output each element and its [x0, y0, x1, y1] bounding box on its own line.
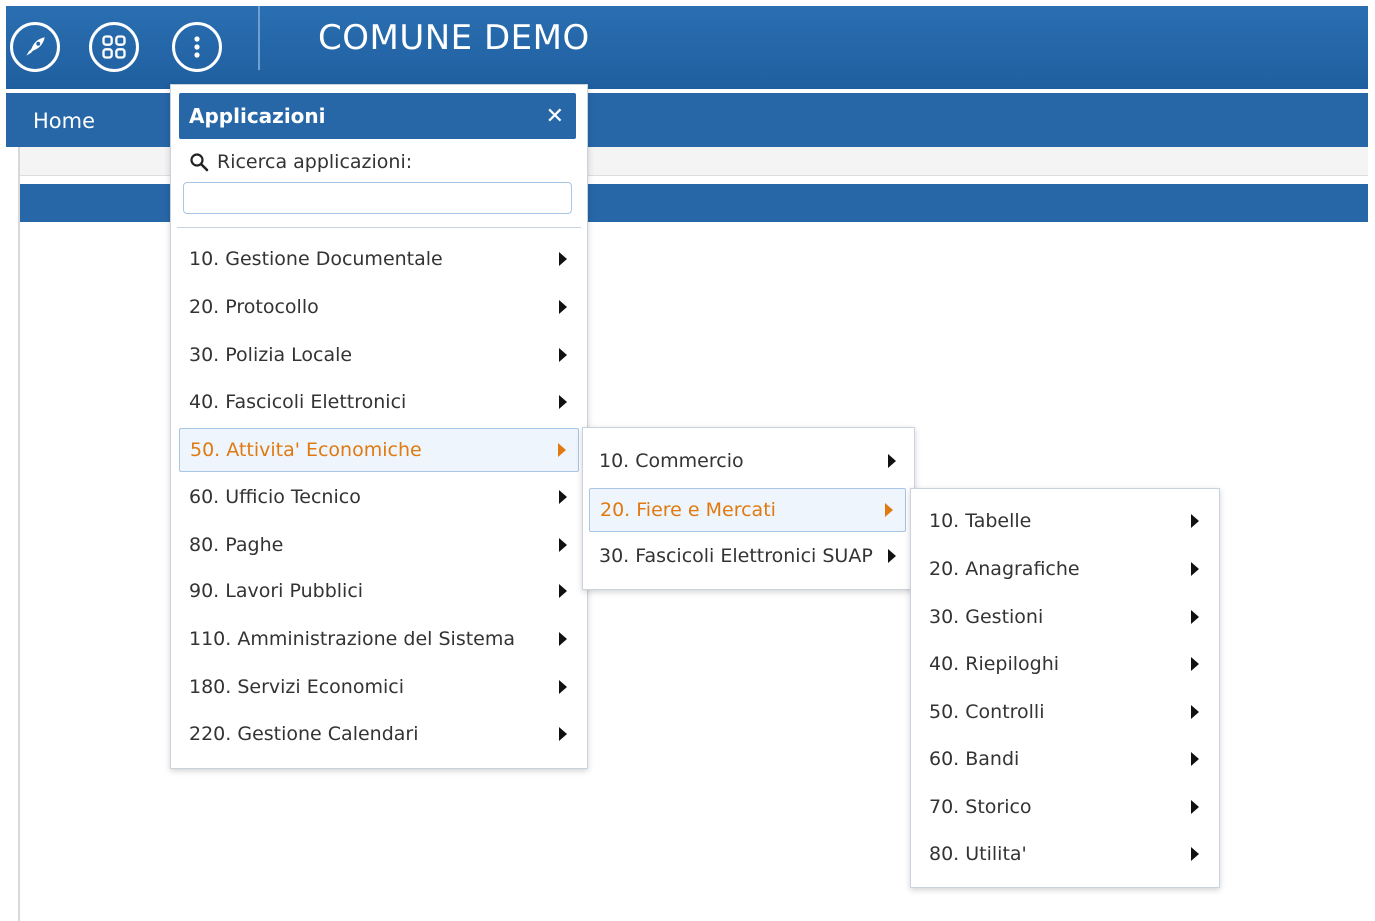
app-title: COMUNE DEMO	[318, 18, 590, 58]
close-icon[interactable]: ✕	[546, 104, 564, 129]
submenu2-item-controlli[interactable]: 50. Controlli	[919, 690, 1211, 734]
submenu2-item-bandi[interactable]: 60. Bandi	[919, 737, 1211, 781]
submenu-attivita-economiche: 10. Commercio 20. Fiere e Mercati 30. Fa…	[582, 427, 915, 590]
chevron-right-icon	[559, 584, 567, 598]
chevron-right-icon	[888, 454, 896, 468]
apps-menu: Applicazioni ✕ Ricerca applicazioni: 10.…	[170, 84, 588, 769]
chevron-right-icon	[559, 300, 567, 314]
menu-divider	[177, 227, 581, 228]
menu-item-gestione-documentale[interactable]: 10. Gestione Documentale	[179, 237, 579, 281]
menu-item-ufficio-tecnico[interactable]: 60. Ufficio Tecnico	[179, 475, 579, 519]
chevron-right-icon	[559, 348, 567, 362]
submenu2-item-storico[interactable]: 70. Storico	[919, 785, 1211, 829]
apps-menu-header: Applicazioni ✕	[179, 93, 576, 139]
submenu2-item-anagrafiche[interactable]: 20. Anagrafiche	[919, 547, 1211, 591]
chevron-right-icon	[1191, 610, 1199, 624]
submenu-item-fiere-mercati[interactable]: 20. Fiere e Mercati	[589, 488, 906, 532]
menu-item-polizia-locale[interactable]: 30. Polizia Locale	[179, 333, 579, 377]
chevron-right-icon	[1191, 514, 1199, 528]
submenu2-item-riepiloghi[interactable]: 40. Riepiloghi	[919, 642, 1211, 686]
top-bar: COMUNE DEMO	[6, 6, 1368, 89]
chevron-right-icon	[559, 680, 567, 694]
menu-item-fascicoli-elettronici[interactable]: 40. Fascicoli Elettronici	[179, 380, 579, 424]
menu-item-protocollo[interactable]: 20. Protocollo	[179, 285, 579, 329]
submenu-item-commercio[interactable]: 10. Commercio	[589, 439, 908, 483]
submenu2-item-tabelle[interactable]: 10. Tabelle	[919, 499, 1211, 543]
chevron-right-icon	[1191, 562, 1199, 576]
menu-item-lavori-pubblici[interactable]: 90. Lavori Pubblici	[179, 569, 579, 613]
search-input[interactable]	[183, 182, 572, 214]
search-label-text: Ricerca applicazioni:	[217, 151, 413, 173]
chevron-right-icon	[559, 490, 567, 504]
menu-item-servizi-economici[interactable]: 180. Servizi Economici	[179, 665, 579, 709]
chevron-right-icon	[559, 538, 567, 552]
chevron-right-icon	[559, 395, 567, 409]
chevron-right-icon	[1191, 657, 1199, 671]
chevron-right-icon	[1191, 847, 1199, 861]
nav-home-link[interactable]: Home	[33, 109, 95, 133]
submenu-fiere-mercati: 10. Tabelle 20. Anagrafiche 30. Gestioni…	[910, 488, 1220, 888]
chevron-right-icon	[559, 252, 567, 266]
more-vertical-icon[interactable]	[172, 22, 222, 72]
chevron-right-icon	[559, 727, 567, 741]
menu-item-amministrazione-sistema[interactable]: 110. Amministrazione del Sistema	[179, 617, 579, 661]
submenu2-item-utilita[interactable]: 80. Utilita'	[919, 832, 1211, 876]
header-divider	[258, 6, 260, 70]
chevron-right-icon	[885, 503, 893, 517]
search-icon	[190, 153, 209, 172]
chevron-right-icon	[1191, 752, 1199, 766]
chevron-right-icon	[558, 443, 566, 457]
content-border	[18, 147, 20, 921]
search-label: Ricerca applicazioni:	[189, 151, 412, 173]
menu-item-paghe[interactable]: 80. Paghe	[179, 523, 579, 567]
menu-item-gestione-calendari[interactable]: 220. Gestione Calendari	[179, 712, 579, 756]
menu-item-attivita-economiche[interactable]: 50. Attivita' Economiche	[179, 428, 579, 472]
chevron-right-icon	[1191, 705, 1199, 719]
rocket-icon[interactable]	[10, 22, 60, 72]
chevron-right-icon	[888, 549, 896, 563]
chevron-right-icon	[1191, 800, 1199, 814]
apps-grid-icon[interactable]	[89, 22, 139, 72]
chevron-right-icon	[559, 632, 567, 646]
apps-menu-title: Applicazioni	[189, 104, 326, 128]
submenu-item-fascicoli-suap[interactable]: 30. Fascicoli Elettronici SUAP	[589, 534, 908, 578]
submenu2-item-gestioni[interactable]: 30. Gestioni	[919, 595, 1211, 639]
